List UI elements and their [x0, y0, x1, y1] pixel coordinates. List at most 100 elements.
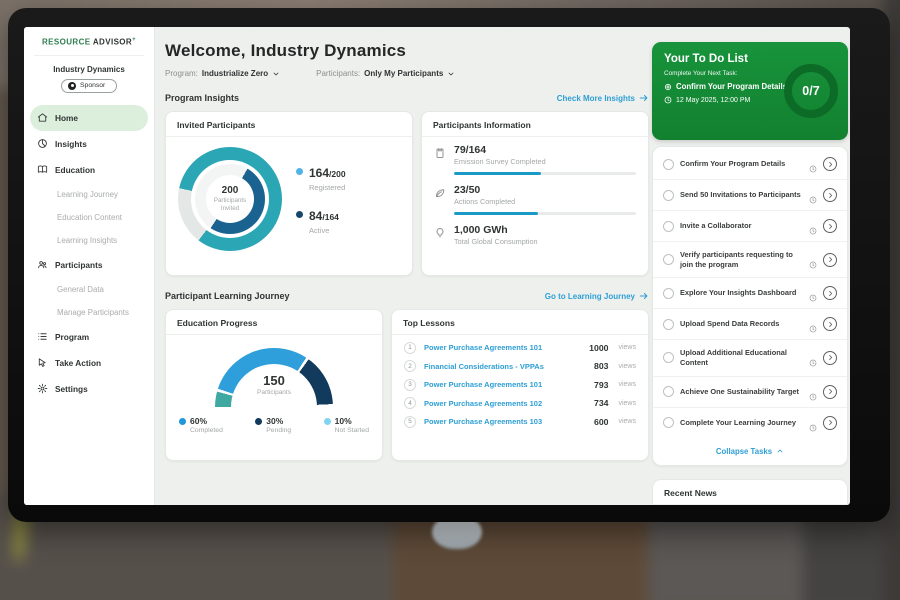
collapse-tasks-link[interactable]: Collapse Tasks [653, 438, 847, 463]
chevron-right-button[interactable] [823, 416, 837, 430]
arrow-right-icon [639, 93, 649, 103]
chevron-right-button[interactable] [823, 188, 837, 202]
sidebar-nav: Home Insights Education Learning Journey… [24, 105, 154, 402]
section-title: Participant Learning Journey [165, 291, 290, 301]
task-checkbox[interactable] [663, 254, 674, 265]
task-row[interactable]: Invite a Collaborator [653, 211, 847, 242]
gauge-center-value: 150 [263, 373, 285, 388]
lesson-link[interactable]: Financial Considerations - VPPAs [424, 362, 586, 371]
sponsor-icon [68, 82, 76, 90]
todo-task-list: Confirm Your Program Details Send 50 Inv… [652, 146, 848, 466]
clock-icon [809, 419, 817, 427]
chevron-right-button[interactable] [823, 317, 837, 331]
todo-progress-ring: 0/7 [784, 64, 838, 118]
clock-icon [809, 191, 817, 199]
legend-active: 84/164 Active [296, 207, 346, 235]
lesson-row: 1 Power Purchase Agreements 101 1000view… [392, 335, 648, 354]
program-filter[interactable]: Program: Industrialize Zero [165, 69, 280, 78]
sidebar-item-program[interactable]: Program [30, 324, 148, 350]
clipboard-icon [434, 146, 446, 158]
task-checkbox[interactable] [663, 352, 674, 363]
task-row[interactable]: Verify participants requesting to join t… [653, 242, 847, 278]
lesson-link[interactable]: Power Purchase Agreements 101 [424, 343, 581, 352]
sidebar-item-manage-participants[interactable]: Manage Participants [30, 301, 148, 324]
dashboard-screen: RESOURCE ADVISOR+ Industry Dynamics Spon… [24, 27, 850, 505]
chevron-right-button[interactable] [823, 351, 837, 365]
list-icon [37, 331, 48, 342]
card-title: Invited Participants [166, 112, 412, 137]
task-checkbox[interactable] [663, 190, 674, 201]
sidebar-item-learning-insights[interactable]: Learning Insights [30, 229, 148, 252]
info-row-emission: 79/164 Emission Survey Completed [422, 137, 648, 177]
sidebar-item-settings[interactable]: Settings [30, 376, 148, 402]
next-task: Confirm Your Program Details [676, 82, 787, 91]
task-checkbox[interactable] [663, 221, 674, 232]
sidebar-item-education-content[interactable]: Education Content [30, 206, 148, 229]
legend-dot [324, 418, 331, 425]
home-icon [37, 112, 48, 123]
sidebar: RESOURCE ADVISOR+ Industry Dynamics Spon… [24, 27, 155, 505]
rank-badge: 2 [404, 360, 416, 372]
sidebar-item-take-action[interactable]: Take Action [30, 350, 148, 376]
participants-information-card: Participants Information 79/164 Emission… [421, 111, 649, 276]
sidebar-item-education[interactable]: Education [30, 157, 148, 183]
education-gauge-chart: 150 Participants [215, 348, 333, 407]
legend-completed: 60%Completed [179, 416, 223, 434]
lesson-link[interactable]: Power Purchase Agreements 103 [424, 417, 586, 426]
task-row[interactable]: Upload Spend Data Records [653, 309, 847, 340]
task-checkbox[interactable] [663, 417, 674, 428]
chevron-right-button[interactable] [823, 157, 837, 171]
task-checkbox[interactable] [663, 159, 674, 170]
rank-badge: 1 [404, 342, 416, 354]
clock-icon [664, 96, 672, 104]
todo-summary-card: Your To Do List Complete Your Next Task:… [652, 42, 848, 140]
chevron-right-button[interactable] [823, 219, 837, 233]
next-task-datetime: 12 May 2025, 12:00 PM [676, 97, 750, 104]
progress-bar [454, 172, 636, 175]
sidebar-item-home[interactable]: Home [30, 105, 148, 131]
task-row[interactable]: Send 50 Invitations to Participants [653, 180, 847, 211]
card-title: Participants Information [422, 112, 648, 137]
lesson-row: 4 Power Purchase Agreements 102 734views [392, 391, 648, 410]
card-title: Education Progress [166, 310, 382, 335]
task-row[interactable]: Complete Your Learning Journey [653, 408, 847, 438]
lesson-link[interactable]: Power Purchase Agreements 102 [424, 399, 586, 408]
chevron-right-button[interactable] [823, 253, 837, 267]
top-lessons-card: Top Lessons 1 Power Purchase Agreements … [391, 309, 649, 461]
task-checkbox[interactable] [663, 319, 674, 330]
task-row[interactable]: Confirm Your Program Details [653, 149, 847, 180]
invited-participants-card: Invited Participants 200 Participants In… [165, 111, 413, 276]
task-row[interactable]: Upload Additional Educational Content [653, 340, 847, 376]
sidebar-item-general-data[interactable]: General Data [30, 278, 148, 301]
donut-center-value: 200 [222, 185, 239, 196]
sidebar-item-insights[interactable]: Insights [30, 131, 148, 157]
check-more-insights-link[interactable]: Check More Insights [557, 93, 649, 103]
sponsor-badge[interactable]: Sponsor [61, 79, 117, 93]
task-row[interactable]: Explore Your Insights Dashboard [653, 278, 847, 309]
leaf-icon [434, 186, 446, 198]
task-row[interactable]: Achieve One Sustainability Target [653, 377, 847, 408]
participants-filter[interactable]: Participants: Only My Participants [316, 69, 455, 78]
gear-icon [37, 383, 48, 394]
task-checkbox[interactable] [663, 288, 674, 299]
book-icon [37, 164, 48, 175]
page-title: Welcome, Industry Dynamics [165, 41, 649, 61]
clock-icon [809, 222, 817, 230]
lesson-row: 2 Financial Considerations - VPPAs 803vi… [392, 354, 648, 373]
sidebar-item-participants[interactable]: Participants [30, 252, 148, 278]
arrow-right-icon [639, 291, 649, 301]
go-to-learning-journey-link[interactable]: Go to Learning Journey [545, 291, 649, 301]
sidebar-item-learning-journey[interactable]: Learning Journey [30, 183, 148, 206]
todo-progress-count: 0/7 [802, 84, 819, 98]
lesson-link[interactable]: Power Purchase Agreements 101 [424, 380, 586, 389]
education-legend: 60%Completed 30%Pending 10%Not Started [166, 416, 382, 434]
task-checkbox[interactable] [663, 386, 674, 397]
info-row-consumption: 1,000 GWh Total Global Consumption [422, 217, 648, 248]
chevron-right-button[interactable] [823, 286, 837, 300]
chevron-right-button[interactable] [823, 385, 837, 399]
main-content: Welcome, Industry Dynamics Program: Indu… [165, 27, 649, 461]
program-insights-header: Program Insights Check More Insights [165, 93, 649, 103]
monitor-bezel: RESOURCE ADVISOR+ Industry Dynamics Spon… [8, 8, 890, 522]
legend-dot [179, 418, 186, 425]
rank-badge: 4 [404, 397, 416, 409]
